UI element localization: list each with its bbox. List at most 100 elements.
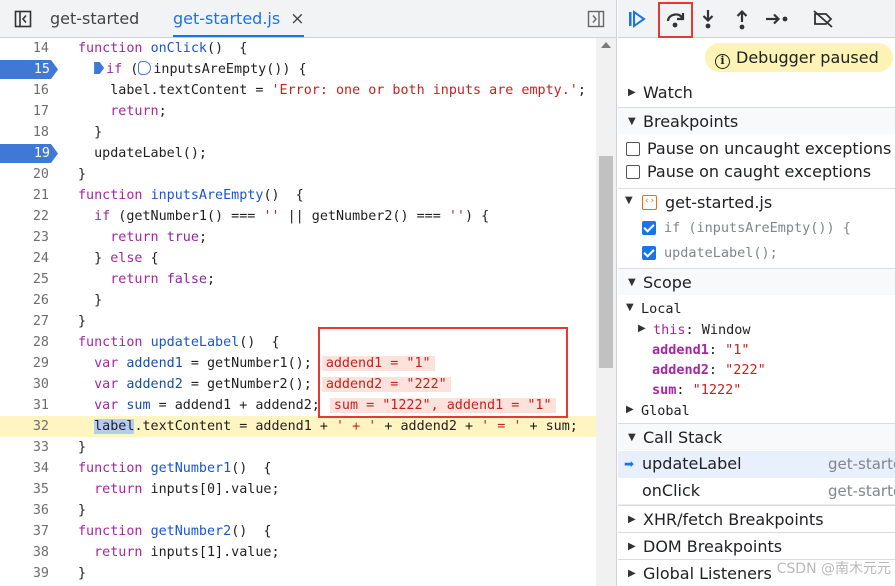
breakpoint-entry[interactable]: if (inputsAreEmpty()) { <box>618 219 895 239</box>
code-line[interactable]: 37 function getNumber2() { <box>0 521 596 542</box>
pause-caught-checkbox[interactable] <box>626 165 640 179</box>
line-number[interactable]: 34 <box>0 459 52 478</box>
deactivate-breakpoints-icon[interactable] <box>808 5 838 33</box>
step-icon[interactable] <box>762 5 792 33</box>
code-text: function updateLabel() { <box>78 335 280 350</box>
call-frame-current[interactable]: ➡ updateLabel get-starte <box>618 451 895 478</box>
code-line[interactable]: 14 function onClick() { <box>0 38 596 59</box>
line-number[interactable]: 24 <box>0 249 52 268</box>
xhr-breakpoints-section-header[interactable]: ▶ XHR/fetch Breakpoints <box>618 505 895 532</box>
call-frame[interactable]: onClick get-starte <box>618 478 895 505</box>
code-line[interactable]: 19 updateLabel(); <box>0 143 596 164</box>
code-text: return true; <box>110 230 207 245</box>
scope-this-row[interactable]: ▶ this: Window <box>618 321 895 341</box>
tab-get-started[interactable]: get-started <box>50 0 139 37</box>
toggle-debugger-icon[interactable] <box>586 9 606 29</box>
line-number[interactable]: 28 <box>0 333 52 352</box>
code-text: return inputs[1].value; <box>94 545 280 560</box>
line-number[interactable]: 29 <box>0 354 52 373</box>
code-line[interactable]: 23 return true; <box>0 227 596 248</box>
code-line[interactable]: 36} <box>0 500 596 521</box>
info-icon: i <box>715 54 730 69</box>
breakpoint-line-number[interactable]: 15 <box>0 60 58 79</box>
code-line[interactable]: 21 function inputsAreEmpty() { <box>0 185 596 206</box>
line-number[interactable]: 21 <box>0 186 52 205</box>
pause-caught-row[interactable]: Pause on caught exceptions <box>618 162 895 184</box>
collapse-arrow-icon: ▼ <box>626 302 634 313</box>
code-line-current[interactable]: 32 label.textContent = addend1 + ' + ' +… <box>0 416 596 437</box>
code-text: label.textContent = 'Error: one or both … <box>78 83 586 98</box>
code-line[interactable]: 22 if (getNumber1() === '' || getNumber2… <box>0 206 596 227</box>
line-number[interactable]: 14 <box>0 39 52 58</box>
code-line[interactable]: 25 return false; <box>0 269 596 290</box>
line-number[interactable]: 26 <box>0 291 52 310</box>
code-line[interactable]: 38 return inputs[1].value; <box>0 542 596 563</box>
code-line[interactable]: 34 function getNumber1() { <box>0 458 596 479</box>
scroll-up-arrow-icon[interactable] <box>601 42 611 48</box>
code-line[interactable]: 29 var addend1 = getNumber1(); addend1 = … <box>0 353 596 374</box>
step-out-icon[interactable] <box>727 5 757 33</box>
line-number[interactable]: 16 <box>0 81 52 100</box>
line-number[interactable]: 20 <box>0 165 52 184</box>
line-number[interactable]: 38 <box>0 543 52 562</box>
line-number[interactable]: 35 <box>0 480 52 499</box>
section-label: Watch <box>643 83 693 102</box>
line-number[interactable]: 27 <box>0 312 52 331</box>
code-line[interactable]: 39} <box>0 563 596 584</box>
line-number[interactable]: 37 <box>0 522 52 541</box>
breakpoint-entry[interactable]: updateLabel(); <box>618 244 895 264</box>
code-line[interactable]: 33} <box>0 437 596 458</box>
code-line[interactable]: 26 } <box>0 290 596 311</box>
tab-get-started-js[interactable]: get-started.js × <box>173 0 305 37</box>
line-number[interactable]: 23 <box>0 228 52 247</box>
line-number[interactable]: 36 <box>0 501 52 520</box>
code-line[interactable]: 15 if (inputsAreEmpty()) { <box>0 59 596 80</box>
code-line[interactable]: 20} <box>0 164 596 185</box>
pause-uncaught-checkbox[interactable] <box>626 142 640 156</box>
scope-local-row[interactable]: ▼ Local <box>618 300 895 320</box>
line-number[interactable]: 33 <box>0 438 52 457</box>
call-frame-source: get-starte <box>828 455 895 473</box>
breakpoint-checkbox[interactable] <box>642 221 656 235</box>
pause-uncaught-row[interactable]: Pause on uncaught exceptions <box>618 139 895 161</box>
code-text: return false; <box>110 272 216 287</box>
line-number[interactable]: 39 <box>0 564 52 583</box>
code-text: return inputs[0].value; <box>94 482 280 497</box>
scrollbar-thumb[interactable] <box>599 156 613 368</box>
line-number[interactable]: 17 <box>0 102 52 121</box>
scope-section-header[interactable]: ▼ Scope <box>618 268 895 295</box>
editor-scrollbar[interactable] <box>596 38 616 586</box>
line-number[interactable]: 18 <box>0 123 52 142</box>
toggle-navigator-icon[interactable] <box>13 9 33 29</box>
dom-breakpoints-section-header[interactable]: ▶ DOM Breakpoints <box>618 532 895 559</box>
code-text: } <box>78 566 87 581</box>
breakpoint-checkbox[interactable] <box>642 246 656 260</box>
line-number[interactable]: 25 <box>0 270 52 289</box>
debugger-paused-banner: i Debugger paused <box>705 43 893 72</box>
code-line[interactable]: 17 return; <box>0 101 596 122</box>
code-line[interactable]: 16 label.textContent = 'Error: one or bo… <box>0 80 596 101</box>
code-line[interactable]: 18 } <box>0 122 596 143</box>
close-tab-icon[interactable]: × <box>290 9 304 29</box>
breakpoint-file-row[interactable]: ▼ ‹› get-started.js <box>618 193 895 215</box>
breakpoint-line-number[interactable]: 19 <box>0 144 58 163</box>
resume-icon[interactable] <box>622 5 652 33</box>
code-line[interactable]: 24 } else { <box>0 248 596 269</box>
line-number[interactable]: 31 <box>0 396 52 415</box>
code-text: label.textContent = addend1 + ' + ' + ad… <box>94 419 578 434</box>
watch-section-header[interactable]: ▶ Watch <box>618 79 895 106</box>
scope-global-row[interactable]: ▶ Global <box>618 402 895 422</box>
step-into-icon[interactable] <box>693 5 723 33</box>
code-text: return; <box>110 104 167 119</box>
code-line[interactable]: 27} <box>0 311 596 332</box>
call-stack-section-header[interactable]: ▼ Call Stack <box>618 423 895 450</box>
code-line[interactable]: 28 function updateLabel() { <box>0 332 596 353</box>
code-area[interactable]: 14 function onClick() {15 if (inputsAreEm… <box>0 38 596 586</box>
code-line[interactable]: 35 return inputs[0].value; <box>0 479 596 500</box>
code-line[interactable]: 30 var addend2 = getNumber2(); addend2 = … <box>0 374 596 395</box>
line-number[interactable]: 22 <box>0 207 52 226</box>
line-number[interactable]: 30 <box>0 375 52 394</box>
code-line[interactable]: 31 var sum = addend1 + addend2; sum = "12… <box>0 395 596 416</box>
line-number[interactable]: 32 <box>0 417 52 436</box>
breakpoints-section-header[interactable]: ▼ Breakpoints <box>618 107 895 134</box>
